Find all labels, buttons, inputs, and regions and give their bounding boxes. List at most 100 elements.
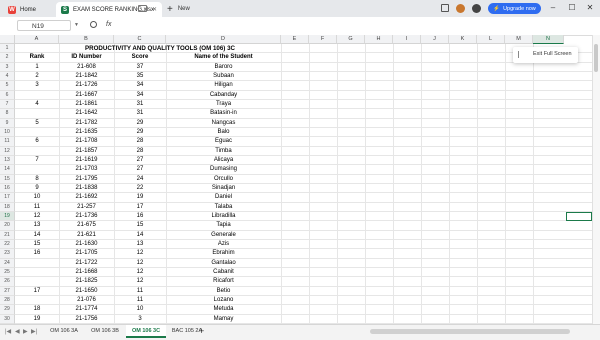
name-cell[interactable]: Traya <box>166 100 281 109</box>
close-window-icon[interactable]: ✕ <box>585 3 595 13</box>
monitor-icon[interactable] <box>138 5 147 12</box>
id-cell[interactable]: 21-621 <box>59 231 114 240</box>
id-cell[interactable]: 21-076 <box>59 296 114 305</box>
row-header[interactable]: 25 <box>0 267 15 278</box>
rank-cell[interactable]: 12 <box>15 212 59 221</box>
row-header[interactable]: 3 <box>0 62 15 72</box>
select-all-corner[interactable] <box>0 35 15 44</box>
rank-cell[interactable]: 16 <box>15 249 59 258</box>
exit-full-screen-popup[interactable]: Exit Full Screen <box>513 47 578 63</box>
score-cell[interactable]: 31 <box>114 100 166 109</box>
id-cell[interactable]: 21-1736 <box>59 212 114 221</box>
name-cell[interactable]: Metuda <box>166 305 281 314</box>
name-cell[interactable]: Sinadjan <box>166 184 281 193</box>
row-header[interactable]: 17 <box>0 193 15 203</box>
id-cell[interactable]: 21-1630 <box>59 240 114 249</box>
id-cell[interactable]: 21-1842 <box>59 72 114 81</box>
row-header[interactable]: 27 <box>0 286 15 296</box>
rank-cell[interactable]: 18 <box>15 305 59 314</box>
row-header[interactable]: 7 <box>0 99 15 110</box>
id-cell[interactable]: 21-1861 <box>59 100 114 109</box>
id-cell[interactable]: 21-1726 <box>59 81 114 90</box>
tab-file[interactable]: S EXAM SCORE RANKING.xlsx ✕ <box>56 2 162 17</box>
score-cell[interactable]: 11 <box>114 287 166 296</box>
score-cell[interactable]: 27 <box>114 156 166 165</box>
selected-cell[interactable] <box>566 212 592 222</box>
id-cell[interactable]: 21-1703 <box>59 165 114 174</box>
id-cell[interactable]: 21-675 <box>59 221 114 230</box>
rank-cell[interactable]: 7 <box>15 156 59 165</box>
row-header[interactable]: 10 <box>0 127 15 138</box>
score-cell[interactable]: 12 <box>114 249 166 258</box>
row-header[interactable]: 21 <box>0 230 15 240</box>
name-cell[interactable]: Ebrahim <box>166 249 281 258</box>
name-box[interactable]: N19 <box>17 20 71 31</box>
score-cell[interactable]: 28 <box>114 137 166 146</box>
row-header[interactable]: 1 <box>0 44 15 54</box>
upgrade-button[interactable]: ⚡ Upgrade now <box>488 3 541 14</box>
rank-cell[interactable] <box>15 268 59 277</box>
rank-cell[interactable]: 14 <box>15 231 59 240</box>
column-header-f[interactable]: F <box>309 35 337 44</box>
row-header[interactable]: 18 <box>0 202 15 212</box>
rank-cell[interactable]: 6 <box>15 137 59 146</box>
maximize-icon[interactable]: ☐ <box>567 3 577 13</box>
name-cell[interactable]: Generale <box>166 231 281 240</box>
column-header-i[interactable]: I <box>393 35 421 44</box>
rank-cell[interactable] <box>15 109 59 118</box>
row-header[interactable]: 28 <box>0 295 15 306</box>
row-header[interactable]: 2 <box>0 53 15 63</box>
score-cell[interactable]: 22 <box>114 184 166 193</box>
zoom-icon[interactable] <box>90 21 97 28</box>
rank-cell[interactable]: 17 <box>15 287 59 296</box>
sheet-tab[interactable]: OM 106 3C <box>126 325 166 338</box>
name-cell[interactable]: Balo <box>166 128 281 137</box>
row-header[interactable]: 30 <box>0 314 15 324</box>
column-header-j[interactable]: J <box>421 35 449 44</box>
rank-cell[interactable]: 3 <box>15 81 59 90</box>
id-cell[interactable]: 21-1838 <box>59 184 114 193</box>
add-sheet-button[interactable]: + <box>199 326 204 336</box>
horizontal-scroll-thumb[interactable] <box>370 329 570 334</box>
column-header-g[interactable]: G <box>337 35 365 44</box>
prev-sheet-icon[interactable]: ◀ <box>15 328 20 335</box>
rank-cell[interactable]: 4 <box>15 100 59 109</box>
column-header-l[interactable]: L <box>477 35 505 44</box>
spreadsheet-grid[interactable]: PRODUCTIVITY AND QUALITY TOOLS (OM 106) … <box>15 44 592 324</box>
rank-cell[interactable]: 11 <box>15 203 59 212</box>
rank-cell[interactable] <box>15 296 59 305</box>
name-cell[interactable]: Mamay <box>166 315 281 324</box>
column-header-c[interactable]: C <box>114 35 166 44</box>
id-cell[interactable]: 21-1635 <box>59 128 114 137</box>
name-cell[interactable]: Hiligan <box>166 81 281 90</box>
score-cell[interactable]: 31 <box>114 109 166 118</box>
row-header[interactable]: 19 <box>0 211 15 222</box>
column-header-n[interactable]: N <box>533 35 564 44</box>
rank-cell[interactable]: 8 <box>15 175 59 184</box>
rank-cell[interactable]: 19 <box>15 315 59 324</box>
row-header[interactable]: 5 <box>0 81 15 91</box>
score-cell[interactable]: 12 <box>114 268 166 277</box>
name-cell[interactable]: Talaba <box>166 203 281 212</box>
id-cell[interactable]: 21-1857 <box>59 147 114 156</box>
row-header[interactable]: 11 <box>0 137 15 147</box>
rank-cell[interactable]: 13 <box>15 221 59 230</box>
id-cell[interactable]: 21-1705 <box>59 249 114 258</box>
name-cell[interactable]: Timba <box>166 147 281 156</box>
header-id-number[interactable]: ID Number <box>59 53 114 62</box>
vertical-scroll-thumb[interactable] <box>594 44 598 72</box>
name-cell[interactable]: Lozano <box>166 296 281 305</box>
score-cell[interactable]: 16 <box>114 212 166 221</box>
column-header-m[interactable]: M <box>505 35 533 44</box>
column-header-k[interactable]: K <box>449 35 477 44</box>
id-cell[interactable]: 21-1692 <box>59 193 114 202</box>
column-header-e[interactable]: E <box>281 35 309 44</box>
row-header[interactable]: 13 <box>0 155 15 166</box>
window-layout-icon[interactable] <box>441 4 449 12</box>
next-sheet-icon[interactable]: ▶ <box>23 328 28 335</box>
id-cell[interactable]: 21-1774 <box>59 305 114 314</box>
new-tab-button[interactable]: + New <box>167 3 190 15</box>
name-cell[interactable]: Alicaya <box>166 156 281 165</box>
column-header-d[interactable]: D <box>166 35 281 44</box>
tab-home[interactable]: W Home <box>3 2 53 17</box>
